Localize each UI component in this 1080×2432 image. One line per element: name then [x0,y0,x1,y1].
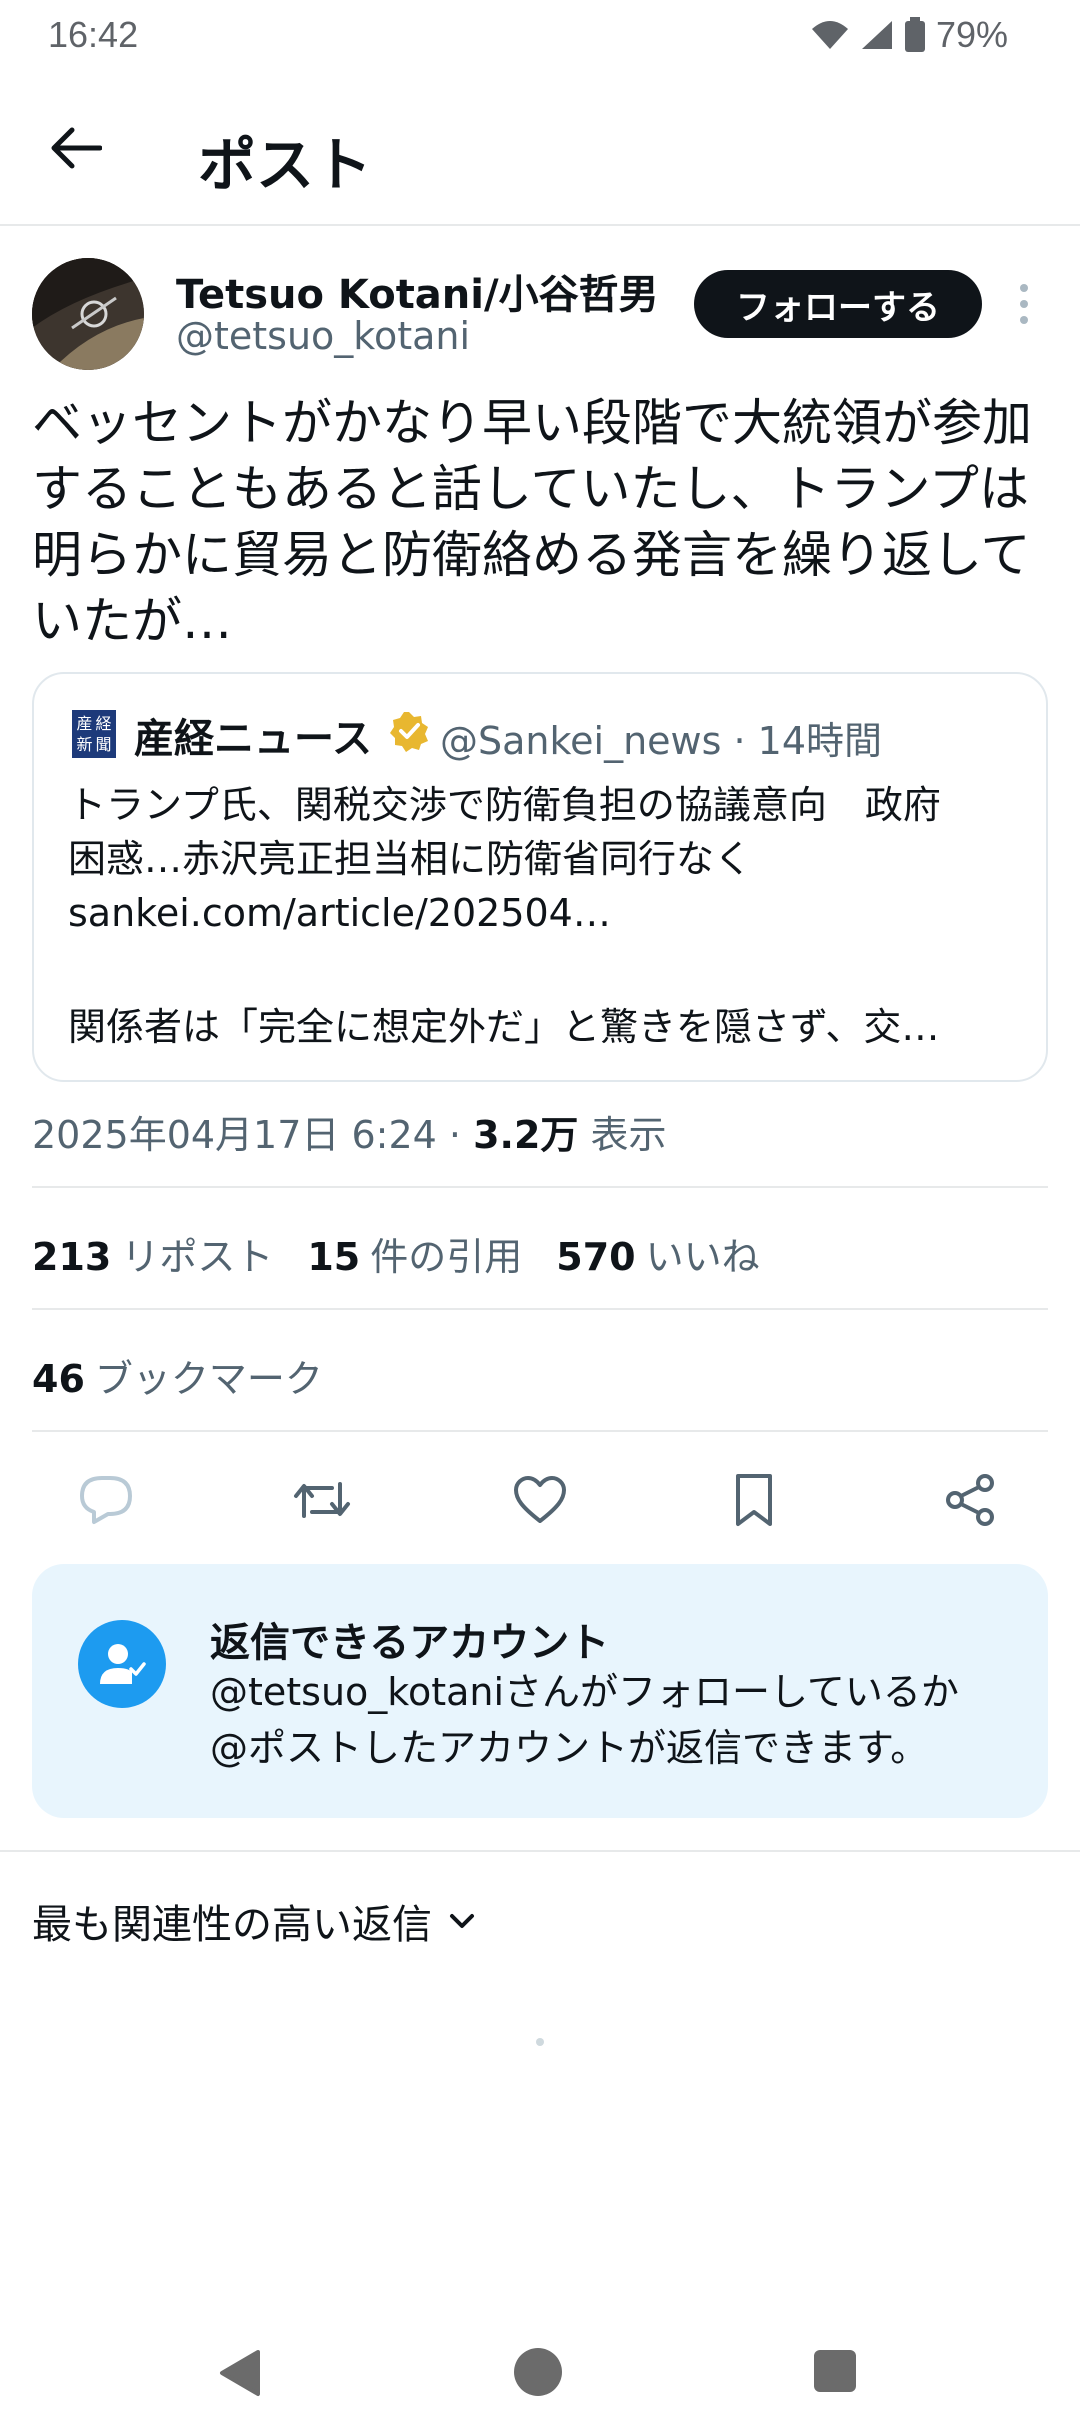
status-time: 16:42 [48,14,139,55]
action-bar [0,1460,1080,1540]
reply-restriction-card: 返信できるアカウント @tetsuo_kotaniさんがフォローしているか @ポ… [32,1564,1048,1818]
author-name[interactable]: Tetsuo Kotani/小谷哲男 [176,262,659,320]
sort-label: 最も関連性の高い返信 [32,1902,432,1948]
likes-count: 570 [556,1235,636,1279]
nav-back-icon[interactable] [218,2348,262,2398]
view-label: 表示 [578,1113,667,1157]
divider [32,1186,1048,1188]
likes-stat[interactable]: 570 いいね [556,1226,759,1281]
top-app-bar: ポスト [0,72,1080,226]
quoted-post-text: トランプ氏、関税交渉で防衛負担の協議意向 政府 困惑…赤沢亮正担当相に防衛省同行… [68,783,941,935]
repost-button[interactable] [290,1468,354,1532]
wifi-icon [811,21,848,49]
sankei-logo-icon: 産 経 新 聞 [72,710,116,758]
logo-char: 産 [76,713,93,733]
quoted-handle-time: @Sankei_news · 14時間 [440,719,883,763]
likes-label: いいね [645,1235,760,1279]
logo-char: 新 [76,734,93,754]
system-nav-bar [0,2330,1080,2432]
dot-icon [1020,300,1028,308]
reposts-label: リポスト [121,1235,274,1279]
divider [0,1850,1080,1852]
reposts-stat[interactable]: 213 リポスト [32,1226,273,1281]
reply-restriction-title: 返信できるアカウント [210,1620,610,1666]
bookmark-icon [736,1474,772,1526]
arrow-left-icon [51,127,102,169]
quotes-label: 件の引用 [370,1235,523,1279]
author-handle[interactable]: @tetsuo_kotani [176,314,470,358]
loading-indicator [536,2038,544,2046]
repost-icon [294,1482,350,1518]
avatar-image [32,258,144,370]
like-button[interactable] [508,1468,572,1532]
reply-sort-dropdown[interactable]: 最も関連性の高い返信 [32,1892,476,1950]
battery-percent: 79% [935,14,1008,55]
chevron-down-icon [450,1914,474,1928]
follow-button[interactable]: フォローする [694,270,982,338]
divider [32,1430,1048,1432]
post-datetime: 2025年04月17日 6:24 · [32,1113,474,1157]
reply-icon [80,1476,132,1524]
post-text: ベッセントがかなり早い段階で大統領が参加 することもあると話していたし、トランプ… [32,394,1032,650]
bookmarks-count: 46 [32,1357,85,1401]
quoted-post-excerpt: 関係者は「完全に想定外だ」と驚きを隠さず、交… [68,1005,940,1049]
reposts-count: 213 [32,1235,112,1279]
status-bar: 16:42 79% [0,0,1080,72]
more-options-button[interactable] [1008,280,1040,328]
quotes-stat[interactable]: 15 件の引用 [307,1226,522,1281]
engagement-stats: 213 リポスト 15 件の引用 570 いいね [32,1226,760,1281]
bookmarks-stat[interactable]: 46 ブックマーク [32,1348,323,1403]
nav-recents-icon[interactable] [814,2350,856,2392]
quoted-post-card[interactable]: 産 経 新 聞 産経ニュース @Sankei_news · 14時間 トランプ氏… [32,672,1048,1082]
logo-char: 経 [95,713,112,733]
user-check-icon [78,1620,166,1708]
bookmark-button[interactable] [722,1468,786,1532]
heart-icon [514,1476,566,1523]
reply-restriction-body: @tetsuo_kotaniさんがフォローしているか @ポストしたアカウントが返… [210,1670,959,1770]
quoted-author-name: 産経ニュース [134,716,372,762]
bookmarks-label: ブックマーク [94,1357,323,1401]
share-icon [946,1474,994,1526]
reply-button[interactable] [74,1468,138,1532]
status-icons: 79% [810,14,1008,56]
logo-char: 聞 [95,734,112,754]
dot-icon [1020,316,1028,324]
page-title: ポスト [198,131,373,199]
signal-icon [861,21,892,49]
battery-icon [904,17,925,52]
nav-home-icon[interactable] [514,2348,562,2396]
back-button[interactable] [44,116,108,180]
share-button[interactable] [938,1468,1002,1532]
verified-badge-icon [390,712,428,752]
post-meta: 2025年04月17日 6:24 · 3.2万 表示 [32,1104,667,1159]
view-count: 3.2万 [473,1113,579,1157]
dot-icon [1020,284,1028,292]
avatar[interactable] [32,258,144,370]
quotes-count: 15 [307,1235,361,1279]
divider [32,1308,1048,1310]
